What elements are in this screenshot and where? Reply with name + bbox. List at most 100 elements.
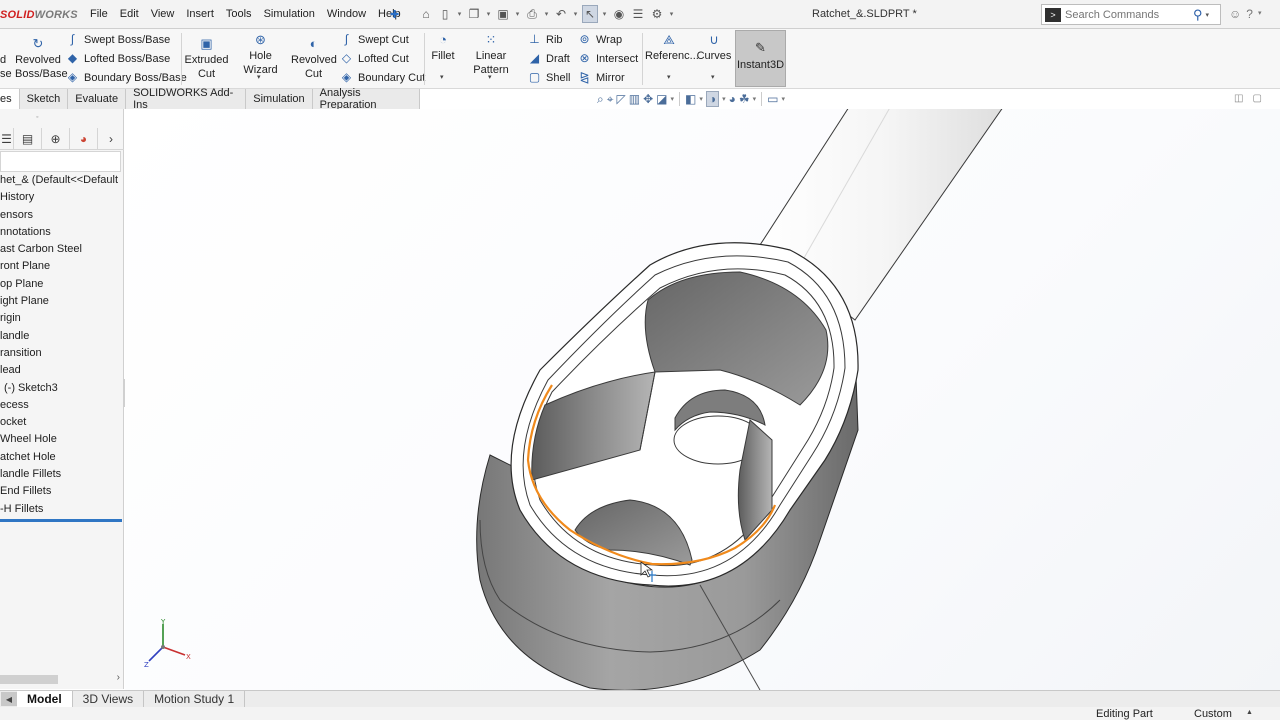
graphics-area[interactable]: Y X Z (125, 109, 1280, 690)
extruded-cut-button[interactable]: ▣ Extruded Cut (184, 33, 229, 81)
tree-item-top-plane[interactable]: op Plane (0, 276, 124, 293)
property-manager-tab-icon[interactable]: ▤ (14, 127, 42, 150)
apply-scene-icon[interactable]: ☘ (739, 92, 750, 106)
open-dropdown-icon[interactable]: ▾ (485, 10, 492, 18)
tree-item-sketch3[interactable]: (-) Sketch3 (0, 380, 124, 397)
linear-pattern-dropdown-icon[interactable]: ▾ (488, 73, 492, 81)
tree-item-wheel-hole[interactable]: Wheel Hole (0, 431, 124, 448)
tab-analysis-preparation[interactable]: Analysis Preparation (312, 87, 420, 111)
tab-simulation[interactable]: Simulation (246, 89, 313, 109)
open-icon[interactable]: ❐ (466, 5, 482, 23)
curves-dropdown-icon[interactable]: ▾ (711, 73, 715, 81)
extruded-boss-button-partial[interactable]: d se (0, 53, 12, 81)
select-dropdown-icon[interactable]: ▾ (601, 10, 608, 18)
restore-viewport-icon[interactable]: ◫ (1234, 93, 1243, 104)
tree-item-part[interactable]: het_& (Default<<Default (0, 172, 124, 189)
mirror-button[interactable]: ⧎ Mirror (578, 68, 638, 87)
save-icon[interactable]: ▣ (495, 5, 511, 23)
options-icon[interactable]: ⚙ (649, 5, 665, 23)
shell-button[interactable]: ▢ Shell (528, 68, 571, 87)
panel-more-icon[interactable]: › (98, 128, 124, 150)
tree-item-origin[interactable]: rigin (0, 310, 124, 327)
reference-geometry-button[interactable]: ⟁ Referenc... (645, 29, 699, 63)
solidworks-logo[interactable]: SOLIDWORKS (0, 9, 78, 21)
feature-manager-tab-icon[interactable]: ☰ (0, 127, 14, 150)
boundary-cut-button[interactable]: ◈ Boundary Cut (340, 68, 425, 87)
tree-item-annotations[interactable]: nnotations (0, 224, 124, 241)
zoom-to-area-icon[interactable]: ⌖ (607, 92, 614, 107)
tree-item-handle[interactable]: landle (0, 328, 124, 345)
maximize-viewport-icon[interactable]: ▢ (1252, 93, 1261, 104)
tree-item-front-plane[interactable]: ront Plane (0, 258, 124, 275)
boundary-boss-button[interactable]: ◈ Boundary Boss/Base (66, 68, 187, 87)
tree-item-history[interactable]: History (0, 189, 124, 206)
menu-window[interactable]: Window (321, 8, 372, 20)
tab-3d-views[interactable]: 3D Views (73, 690, 145, 708)
ratchet-model-render[interactable] (125, 109, 1280, 690)
save-dropdown-icon[interactable]: ▾ (514, 10, 521, 18)
display-manager-tab-icon[interactable]: ◕ (70, 127, 98, 150)
rollback-bar[interactable] (0, 519, 122, 522)
rib-button[interactable]: ⊥ Rib (528, 30, 570, 49)
hide-show-items-icon[interactable]: ◑ (705, 91, 720, 107)
hole-wizard-button[interactable]: ⊛ Hole Wizard (232, 29, 289, 77)
menu-file[interactable]: File (84, 8, 114, 20)
search-dropdown-icon[interactable]: ▾ (1206, 11, 1210, 19)
tree-item-recess[interactable]: ecess (0, 397, 124, 414)
scrollbar-thumb[interactable] (0, 675, 58, 684)
lofted-boss-button[interactable]: ◆ Lofted Boss/Base (66, 49, 187, 68)
tree-item-handle-fillets[interactable]: landle Fillets (0, 466, 124, 483)
print-dropdown-icon[interactable]: ▾ (543, 10, 550, 18)
search-icon[interactable]: ⚲ (1193, 7, 1203, 23)
tab-motion-study-1[interactable]: Motion Study 1 (144, 690, 246, 708)
menu-view[interactable]: View (145, 8, 181, 20)
lofted-cut-button[interactable]: ◇ Lofted Cut (340, 49, 425, 68)
status-units[interactable]: Custom (1194, 708, 1232, 720)
intersect-button[interactable]: ⊗ Intersect (578, 49, 638, 68)
tab-features[interactable]: es (0, 89, 20, 109)
view-settings-icon[interactable]: ▭ (767, 92, 778, 106)
tab-model[interactable]: Model (17, 690, 73, 708)
tree-item-head[interactable]: lead (0, 362, 124, 379)
tree-item-end-fillets[interactable]: End Fillets (0, 483, 124, 500)
undo-dropdown-icon[interactable]: ▾ (572, 10, 579, 18)
curves-button[interactable]: ∪ Curves (696, 29, 732, 63)
new-document-icon[interactable]: ▯ (437, 5, 453, 23)
panel-grip-icon[interactable]: ◦ (36, 114, 38, 121)
draft-button[interactable]: ◢ Draft (528, 49, 570, 68)
help-dropdown-icon[interactable]: ▾ (1258, 7, 1262, 21)
view-orientation-icon[interactable]: ◪ (656, 92, 667, 106)
view-orientation-dropdown-icon[interactable]: ▾ (670, 95, 674, 103)
configuration-manager-tab-icon[interactable]: ⊕ (42, 127, 70, 150)
display-style-dropdown-icon[interactable]: ▾ (699, 95, 703, 103)
units-dropdown-icon[interactable]: ▲ (1246, 709, 1253, 716)
revolved-cut-button[interactable]: ◐ Revolved Cut (291, 33, 337, 81)
search-input[interactable] (1065, 8, 1193, 21)
display-style-icon[interactable]: ◧ (685, 92, 696, 106)
panel-horizontal-scrollbar[interactable]: › (0, 672, 124, 686)
print-icon[interactable]: ⎙ (524, 5, 540, 23)
tab-sketch[interactable]: Sketch (19, 89, 69, 109)
dynamic-annotation-icon[interactable]: ✥ (643, 92, 653, 106)
apply-scene-dropdown-icon[interactable]: ▾ (753, 95, 757, 103)
new-dropdown-icon[interactable]: ▾ (456, 10, 463, 18)
edit-appearance-icon[interactable]: ◕ (729, 92, 736, 106)
home-icon[interactable]: ⌂ (418, 5, 434, 23)
fillet-dropdown-icon[interactable]: ▾ (440, 73, 444, 81)
hide-show-dropdown-icon[interactable]: ▾ (722, 95, 726, 103)
revolved-boss-button[interactable]: ↻ Revolved Boss/Base (15, 33, 68, 81)
tab-scroll-icon[interactable]: ◀ (1, 692, 17, 706)
tree-item-ratchet-hole[interactable]: atchet Hole (0, 449, 124, 466)
options-dropdown-icon[interactable]: ▾ (668, 10, 675, 18)
view-settings-dropdown-icon[interactable]: ▾ (782, 95, 786, 103)
menu-edit[interactable]: Edit (114, 8, 145, 20)
zoom-to-fit-icon[interactable]: ⌕ (597, 92, 604, 107)
pin-menu-icon[interactable]: ✚ (390, 8, 399, 21)
swept-cut-button[interactable]: ∫ Swept Cut (340, 30, 425, 49)
previous-view-icon[interactable]: ◸ (617, 92, 626, 106)
tab-evaluate[interactable]: Evaluate (68, 89, 127, 109)
menu-insert[interactable]: Insert (180, 8, 220, 20)
menu-simulation[interactable]: Simulation (258, 8, 321, 20)
menu-tools[interactable]: Tools (220, 8, 258, 20)
undo-icon[interactable]: ↶ (553, 5, 569, 23)
